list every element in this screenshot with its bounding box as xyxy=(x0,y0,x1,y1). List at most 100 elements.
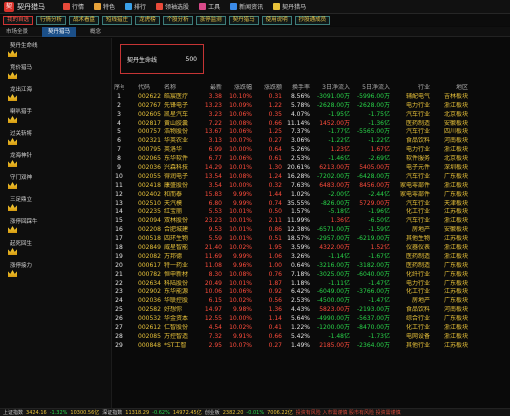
table-row[interactable]: 6 002321 华英农业 3.13 10.07% 0.27 3.06% -1.22亿 -1.2… xyxy=(114,137,508,146)
crown-icon xyxy=(8,270,17,277)
table-cell: 1.25 xyxy=(268,128,282,136)
table-cell: 10.06% xyxy=(229,128,252,136)
sidebar-item[interactable]: 三足鼎立 xyxy=(0,192,111,214)
tab[interactable]: 市场全景 xyxy=(0,27,34,37)
column-header[interactable]: 涨跌额 xyxy=(252,84,282,93)
table-cell: 9.91% xyxy=(232,332,252,340)
table-cell: -1.67亿 xyxy=(368,252,390,260)
table-cell: 0.50 xyxy=(268,208,282,216)
app-title: 契丹猎马 xyxy=(17,2,45,11)
menu-icon xyxy=(63,3,70,10)
sidebar-item[interactable]: 龙出江海 xyxy=(0,82,111,104)
table-row[interactable]: 5 000757 浩物股份 13.67 10.06% 1.25 7.37% -1.77亿 -55… xyxy=(114,128,508,137)
status-item: 投资有风险 入市需谨慎 股市有风险 投资需谨慎 xyxy=(295,410,401,416)
table-row[interactable]: 2 002767 先锋电子 13.23 10.09% 1.22 5.78% -2628.00万… xyxy=(114,102,508,111)
table-row[interactable]: 20 000617 特一药业 11.08 9.96% 1.00 0.64% -3216.00万… xyxy=(114,262,508,271)
table-row[interactable]: 18 002849 威星智能 21.40 10.02% 1.95 3.59% 4322.00万… xyxy=(114,244,508,253)
table-row[interactable]: 10 002055 得润电子 13.54 10.08% 1.24 16.28% -7202.0… xyxy=(114,173,508,182)
table-cell: -5565.00万 xyxy=(357,128,390,136)
table-row[interactable]: 23 002902 东华能源 10.06 10.06% 0.92 6.42% -6049.00… xyxy=(114,288,508,297)
menu-item[interactable]: 工具 xyxy=(199,2,220,11)
column-header[interactable]: 名称 xyxy=(162,84,194,93)
table-cell: 1.44 xyxy=(268,190,282,198)
toolbar-button[interactable]: 个股分析 xyxy=(162,15,193,25)
table-row[interactable]: 14 002235 红宝丽 5.53 10.01% 0.50 1.57% -5.18亿 -1.9… xyxy=(114,208,508,217)
column-header[interactable]: 涨跌幅 xyxy=(222,84,252,93)
toolbar-button[interactable]: 使用说明 xyxy=(261,15,292,25)
table-cell: -1.47亿 xyxy=(368,297,390,305)
table-cell: 3.59% xyxy=(290,244,310,252)
table-row[interactable]: 24 002036 华联控股 6.15 10.02% 0.56 2.53% -4500.00万… xyxy=(114,297,508,306)
toolbar-button[interactable]: 行情分析 xyxy=(36,15,67,25)
sidebar-item-label: 守门双神 xyxy=(10,175,33,181)
table-cell: 四川板块 xyxy=(443,128,468,136)
table-row[interactable]: 21 000782 恒申新材 8.30 10.08% 0.76 7.18% -3025.00万… xyxy=(114,271,508,280)
table-row[interactable]: 3 002605 凯星汽车 3.23 10.06% 0.35 4.07% -1.95亿 -1.7… xyxy=(114,111,508,120)
table-row[interactable]: 13 002510 天汽模 6.80 9.99% 0.74 35.55% -826.00万 57… xyxy=(114,200,508,209)
column-header[interactable]: 5日净流入 xyxy=(350,84,390,93)
sidebar-item[interactable]: 涨停回踩牛 xyxy=(0,214,111,236)
column-header[interactable]: 行业 xyxy=(390,84,430,93)
table-cell: 特一药业 xyxy=(164,261,189,269)
table-row[interactable]: 17 000518 四环生物 5.59 10.01% 0.51 18.57% -2957.00… xyxy=(114,235,508,244)
table-cell: 6.42% xyxy=(290,288,310,296)
table-cell: 002634 xyxy=(138,279,161,287)
table-cell: -6040.00万 xyxy=(357,270,390,278)
table-row[interactable]: 9 002036 兴森科技 14.29 10.01% 1.30 20.61% 6213.00万… xyxy=(114,164,508,173)
table-row[interactable]: 11 002418 康盛股份 3.54 10.00% 0.32 7.63% 6483.00万 8… xyxy=(114,182,508,191)
column-header[interactable]: 代码 xyxy=(124,84,162,93)
lifeline-control[interactable]: 契丹生命线 500 xyxy=(120,44,204,74)
menu-item[interactable]: 行情 xyxy=(63,2,84,11)
menu-item[interactable]: 领袖选股 xyxy=(156,2,189,11)
table-row[interactable]: 12 002402 和而泰 15.83 9.99% 1.44 1.02% -2.00亿 -2.4… xyxy=(114,191,508,200)
tab[interactable]: 契丹猎马 xyxy=(42,26,77,37)
column-header[interactable]: 序号 xyxy=(114,84,124,93)
menu-item[interactable]: 排行 xyxy=(125,2,146,11)
table-row[interactable]: 8 002065 东华软件 6.77 10.06% 0.61 2.53% -1.46亿 -2.6… xyxy=(114,155,508,164)
table-row[interactable]: 29 000848 *ST工智 2.95 10.07% 0.27 1.49% 2185.00万… xyxy=(114,342,508,351)
table-row[interactable]: 1 002622 皓宸医疗 3.38 10.10% 0.31 8.56% -3091.00万 -… xyxy=(114,93,508,102)
column-header[interactable]: 地区 xyxy=(430,84,468,93)
sidebar-item[interactable]: 契丹生命线 xyxy=(0,38,111,60)
sidebar-item[interactable]: 竞价猎马 xyxy=(0,60,111,82)
toolbar-button[interactable]: 抄股通成员 xyxy=(294,15,331,25)
table-row[interactable]: 4 002817 黄山胶囊 7.22 10.08% 0.66 11.14% 1452.00万 -… xyxy=(114,120,508,129)
sidebar-item[interactable]: 过关斩将 xyxy=(0,126,111,148)
table-row[interactable]: 27 002612 仁智股份 4.54 10.02% 0.41 1.22% -1200.00万… xyxy=(114,324,508,333)
sidebar-item[interactable]: 喇叭猎手 xyxy=(0,104,111,126)
menu-item[interactable]: 契丹猎马 xyxy=(273,2,306,11)
table-cell: 汽车行业 xyxy=(405,128,430,136)
sidebar-item[interactable]: 起死回生 xyxy=(0,236,111,258)
table-row[interactable]: 28 002085 万控智造 7.32 9.91% 0.66 5.42% -1.48亿 -1.7… xyxy=(114,333,508,342)
table-cell: 12 xyxy=(115,190,123,198)
table-cell: 002767 xyxy=(138,101,161,109)
column-header[interactable]: 3日净流入 xyxy=(310,84,350,93)
table-cell: 7.37% xyxy=(290,128,310,136)
title-bar: 契 契丹猎马 行情 特色 排行 领袖选股 工具 新闻资讯 契丹猎马 xyxy=(0,0,510,14)
toolbar-button[interactable]: 我的自选 xyxy=(3,15,34,25)
lifeline-value[interactable]: 500 xyxy=(186,56,197,63)
table-cell: 10.06 xyxy=(204,288,222,296)
table-cell: 10.08% xyxy=(229,119,252,127)
toolbar-button[interactable]: 龙虎榜 xyxy=(135,15,160,25)
menu-item[interactable]: 特色 xyxy=(94,2,115,11)
table-row[interactable]: 16 002208 合肥城建 9.53 10.01% 0.86 12.38% -6571.00… xyxy=(114,226,508,235)
table-row[interactable]: 7 000795 英洛华 6.99 10.00% 0.64 5.26% 1.23亿 1.67亿 电… xyxy=(114,146,508,155)
column-header[interactable]: 最新 xyxy=(194,84,222,93)
table-row[interactable]: 22 002634 科陆股份 20.49 10.01% 1.87 1.18% -1.11亿 -1… xyxy=(114,280,508,289)
table-row[interactable]: 19 002082 万邦德 11.69 9.99% 1.06 3.26% -1.14亿 -1.6… xyxy=(114,253,508,262)
menu-item[interactable]: 新闻资讯 xyxy=(230,2,263,11)
toolbar-button[interactable]: 涨停监测 xyxy=(195,15,226,25)
table-row[interactable]: 15 002094 双林股份 23.23 10.01% 2.11 11.99% 1.36亿 -6… xyxy=(114,217,508,226)
table-row[interactable]: 25 002582 好想你 14.97 9.98% 1.36 4.43% 5823.00万 -2… xyxy=(114,306,508,315)
table-cell: 红宝丽 xyxy=(164,208,183,216)
tab[interactable]: 概念 xyxy=(84,27,107,37)
column-header[interactable]: 换手率 xyxy=(282,84,310,93)
toolbar-button[interactable]: 短线猎庄 xyxy=(102,15,133,25)
toolbar-button[interactable]: 契丹猎马 xyxy=(228,15,259,25)
sidebar-item[interactable]: 龙海神针 xyxy=(0,148,111,170)
toolbar-button[interactable]: 战术看盘 xyxy=(69,15,100,25)
table-row[interactable]: 26 000532 华金资本 12.55 10.00% 1.14 5.64% -4990.00… xyxy=(114,315,508,324)
sidebar-item[interactable]: 守门双神 xyxy=(0,170,111,192)
sidebar-item[interactable]: 涨停接力 xyxy=(0,258,111,280)
